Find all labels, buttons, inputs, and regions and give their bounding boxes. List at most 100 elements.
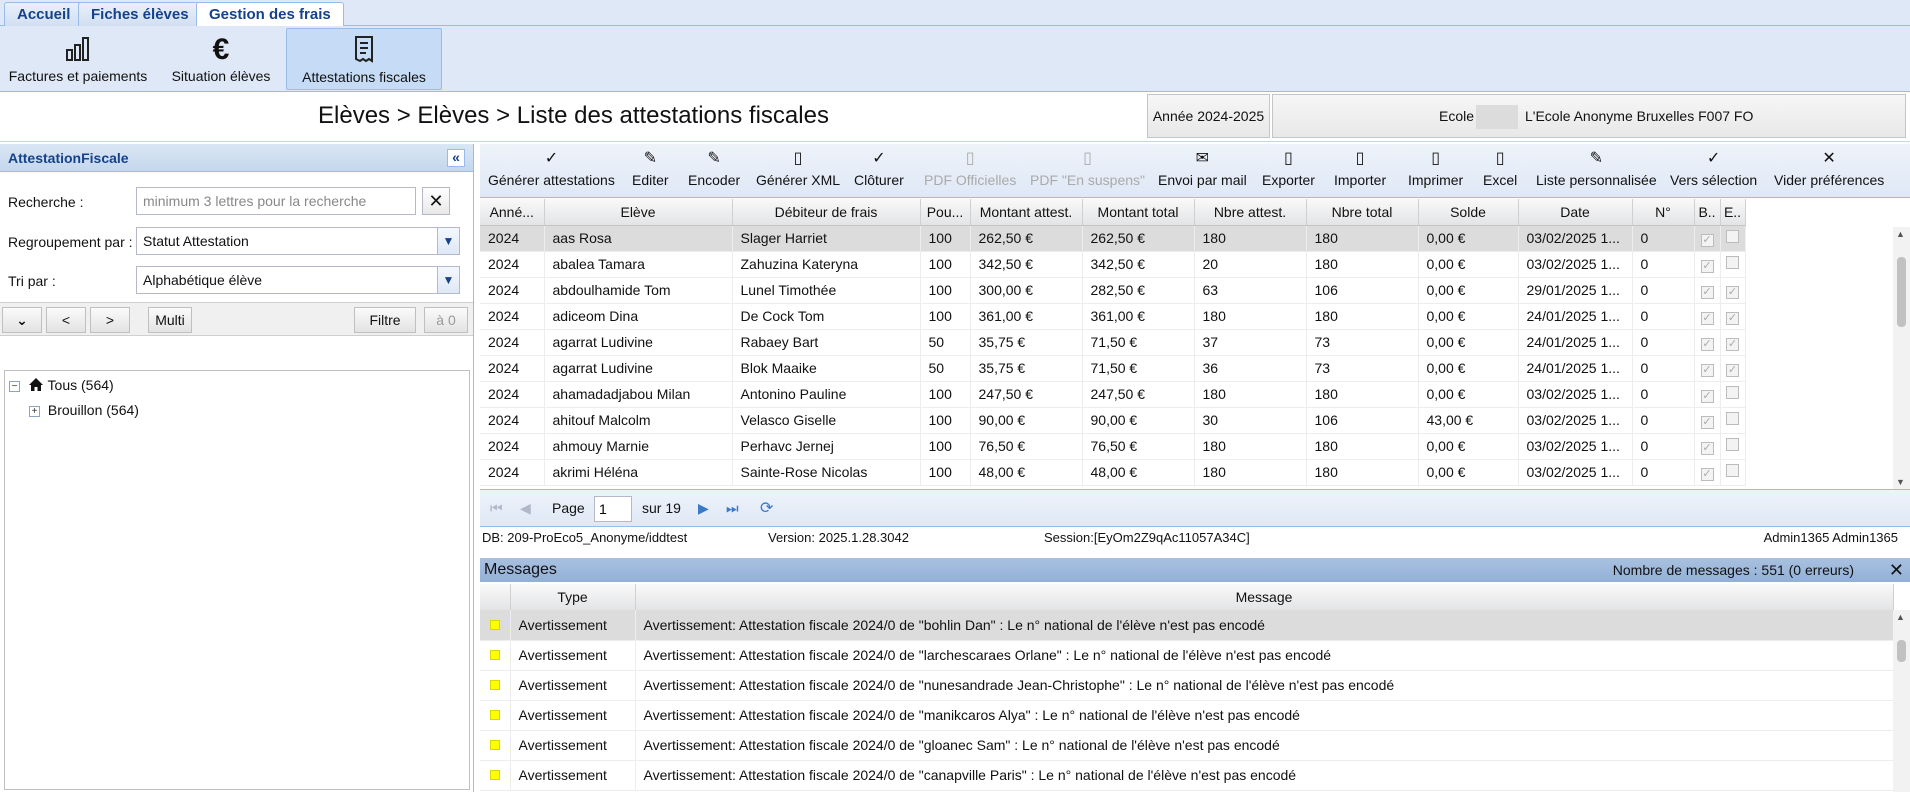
b-checkbox[interactable]: ✓ bbox=[1700, 389, 1714, 403]
table-row[interactable]: 2024 agarrat Ludivine Rabaey Bart 50 35,75 €… bbox=[480, 329, 1746, 356]
tab-accueil[interactable]: Accueil bbox=[4, 2, 84, 26]
group-by-select[interactable]: Statut Attestation ▼ bbox=[136, 227, 460, 255]
tree-node-tous[interactable]: − Tous (564) bbox=[9, 377, 114, 395]
school-year-selector[interactable]: Année 2024-2025 bbox=[1147, 94, 1270, 138]
next-button[interactable]: > bbox=[90, 307, 130, 333]
column-header[interactable]: Montant attest. bbox=[970, 199, 1083, 226]
ribbon-attestations-fiscales-button[interactable]: Attestations fiscales bbox=[286, 28, 442, 90]
expand-down-button[interactable]: ⌄ bbox=[2, 307, 42, 333]
pdf-officielles-button[interactable]: ▯ PDF Officielles bbox=[924, 146, 1016, 198]
envoi-par-mail-button[interactable]: ✉ Envoi par mail bbox=[1158, 146, 1247, 198]
b-checkbox[interactable]: ✓ bbox=[1700, 363, 1714, 377]
message-row[interactable]: Avertissement Avertissement: Attestation … bbox=[480, 730, 1894, 761]
table-row[interactable]: 2024 abalea Tamara Zahuzina Kateryna 100 342… bbox=[480, 251, 1746, 278]
message-row[interactable]: Avertissement Avertissement: Attestation … bbox=[480, 640, 1894, 671]
generer-attestations-button[interactable]: ✓ Générer attestations bbox=[488, 146, 615, 198]
scroll-up-icon[interactable]: ▲ bbox=[1896, 612, 1905, 622]
table-row[interactable]: 2024 ahitouf Malcolm Velasco Giselle 100 90,… bbox=[480, 407, 1746, 434]
e-checkbox[interactable] bbox=[1726, 412, 1739, 425]
previous-page-icon[interactable]: ◀ bbox=[520, 500, 531, 517]
b-checkbox[interactable]: ✓ bbox=[1700, 311, 1714, 325]
b-checkbox[interactable]: ✓ bbox=[1700, 337, 1714, 351]
cloturer-button[interactable]: ✓ Clôturer bbox=[854, 146, 904, 198]
column-header[interactable]: Nbre attest. bbox=[1194, 199, 1307, 226]
e-checkbox[interactable] bbox=[1726, 230, 1739, 243]
column-header[interactable]: N° bbox=[1632, 199, 1695, 226]
exporter-button[interactable]: ▯ Exporter bbox=[1262, 146, 1315, 198]
message-row[interactable]: Avertissement Avertissement: Attestation … bbox=[480, 610, 1894, 641]
generer-xml-button[interactable]: ▯ Générer XML bbox=[756, 146, 840, 198]
e-checkbox[interactable] bbox=[1726, 386, 1739, 399]
imprimer-button[interactable]: ▯ Imprimer bbox=[1408, 146, 1463, 198]
editer-button[interactable]: ✎ Editer bbox=[632, 146, 669, 198]
collapse-left-icon[interactable]: « bbox=[447, 149, 465, 167]
e-checkbox[interactable]: ✓ bbox=[1726, 311, 1739, 325]
scroll-down-icon[interactable]: ▼ bbox=[1896, 477, 1905, 487]
column-header[interactable]: Nbre total bbox=[1306, 199, 1419, 226]
chevron-down-icon[interactable]: ▼ bbox=[437, 267, 459, 293]
vers-selection-button[interactable]: ✓ Vers sélection bbox=[1670, 146, 1757, 198]
tab-fiches-eleves[interactable]: Fiches élèves bbox=[78, 2, 202, 26]
reset-zero-button[interactable]: à 0 bbox=[424, 307, 468, 333]
refresh-icon[interactable]: ⟳ bbox=[760, 498, 773, 518]
table-row[interactable]: 2024 adiceom Dina De Cock Tom 100 361,00 €36… bbox=[480, 303, 1746, 330]
column-header[interactable]: Anné... bbox=[480, 199, 545, 226]
page-number-input[interactable] bbox=[594, 496, 632, 522]
school-selector[interactable]: Ecole L'Ecole Anonyme Bruxelles F007 FO bbox=[1272, 94, 1906, 138]
first-page-icon[interactable]: ⏮ bbox=[490, 500, 503, 517]
ribbon-factures-paiements-button[interactable]: Factures et paiements bbox=[4, 28, 152, 90]
table-row[interactable]: 2024 ahamadadjabou Milan Antonino Pauline 1… bbox=[480, 381, 1746, 408]
column-header[interactable]: Type bbox=[510, 584, 636, 611]
last-page-icon[interactable]: ⏭ bbox=[726, 500, 739, 517]
column-header[interactable]: Pou... bbox=[920, 199, 971, 226]
grid-scrollbar[interactable]: ▲ ▼ bbox=[1893, 227, 1910, 489]
b-checkbox[interactable]: ✓ bbox=[1700, 415, 1714, 429]
encoder-button[interactable]: ✎ Encoder bbox=[688, 146, 740, 198]
b-checkbox[interactable]: ✓ bbox=[1700, 285, 1714, 299]
clear-search-button[interactable]: ✕ bbox=[422, 187, 450, 215]
close-messages-icon[interactable]: ✕ bbox=[1889, 558, 1904, 582]
table-row[interactable]: 2024 aas Rosa Slager Harriet 100 262,50 €262… bbox=[480, 225, 1746, 252]
expand-node-icon[interactable]: + bbox=[29, 405, 40, 417]
grid-scroll-thumb[interactable] bbox=[1897, 257, 1906, 327]
column-header[interactable]: Elève bbox=[544, 199, 733, 226]
column-header[interactable]: Montant total bbox=[1082, 199, 1195, 226]
tree-node-brouillon[interactable]: + Brouillon (564) bbox=[29, 402, 139, 418]
messages-scroll-thumb[interactable] bbox=[1897, 640, 1906, 662]
column-header[interactable]: Date bbox=[1518, 199, 1633, 226]
ribbon-situation-eleves-button[interactable]: € Situation élèves bbox=[166, 28, 276, 90]
e-checkbox[interactable] bbox=[1726, 464, 1739, 477]
e-checkbox[interactable]: ✓ bbox=[1726, 337, 1739, 351]
liste-personnalisee-button[interactable]: ✎ Liste personnalisée bbox=[1536, 146, 1657, 198]
e-checkbox[interactable]: ✓ bbox=[1726, 285, 1739, 299]
column-header[interactable]: Message bbox=[635, 584, 1894, 611]
messages-scrollbar[interactable]: ▲ bbox=[1893, 610, 1910, 792]
table-row[interactable]: 2024 ahmouy Marnie Perhavc Jernej 100 76,50 … bbox=[480, 433, 1746, 460]
excel-button[interactable]: ▯ Excel bbox=[1483, 146, 1517, 198]
table-row[interactable]: 2024 agarrat Ludivine Blok Maaike 50 35,75 €… bbox=[480, 355, 1746, 382]
b-checkbox[interactable]: ✓ bbox=[1700, 233, 1714, 247]
message-row[interactable]: Avertissement Avertissement: Attestation … bbox=[480, 700, 1894, 731]
column-header[interactable]: B.. bbox=[1694, 199, 1721, 226]
column-header[interactable]: Débiteur de frais bbox=[732, 199, 921, 226]
filter-button[interactable]: Filtre bbox=[354, 307, 416, 333]
vider-preferences-button[interactable]: ✕ Vider préférences bbox=[1774, 146, 1884, 198]
column-header[interactable]: E.. bbox=[1720, 199, 1746, 226]
importer-button[interactable]: ▯ Importer bbox=[1334, 146, 1386, 198]
e-checkbox[interactable]: ✓ bbox=[1726, 363, 1739, 377]
e-checkbox[interactable] bbox=[1726, 256, 1739, 269]
table-row[interactable]: 2024 abdoulhamide Tom Lunel Timothée 100 300… bbox=[480, 277, 1746, 304]
pdf-en-suspens-button[interactable]: ▯ PDF "En suspens" bbox=[1030, 146, 1145, 198]
b-checkbox[interactable]: ✓ bbox=[1700, 441, 1714, 455]
multi-button[interactable]: Multi bbox=[148, 307, 192, 333]
e-checkbox[interactable] bbox=[1726, 438, 1739, 451]
message-row[interactable]: Avertissement Avertissement: Attestation … bbox=[480, 670, 1894, 701]
column-header[interactable]: Solde bbox=[1418, 199, 1519, 226]
collapse-node-icon[interactable]: − bbox=[9, 380, 20, 392]
table-row[interactable]: 2024 akrimi Héléna Sainte-Rose Nicolas 100 4… bbox=[480, 459, 1746, 486]
message-row[interactable]: Avertissement Avertissement: Attestation … bbox=[480, 760, 1894, 791]
tab-gestion-des-frais[interactable]: Gestion des frais bbox=[196, 2, 344, 27]
previous-button[interactable]: < bbox=[46, 307, 86, 333]
search-input[interactable] bbox=[136, 187, 416, 215]
chevron-down-icon[interactable]: ▼ bbox=[437, 228, 459, 254]
